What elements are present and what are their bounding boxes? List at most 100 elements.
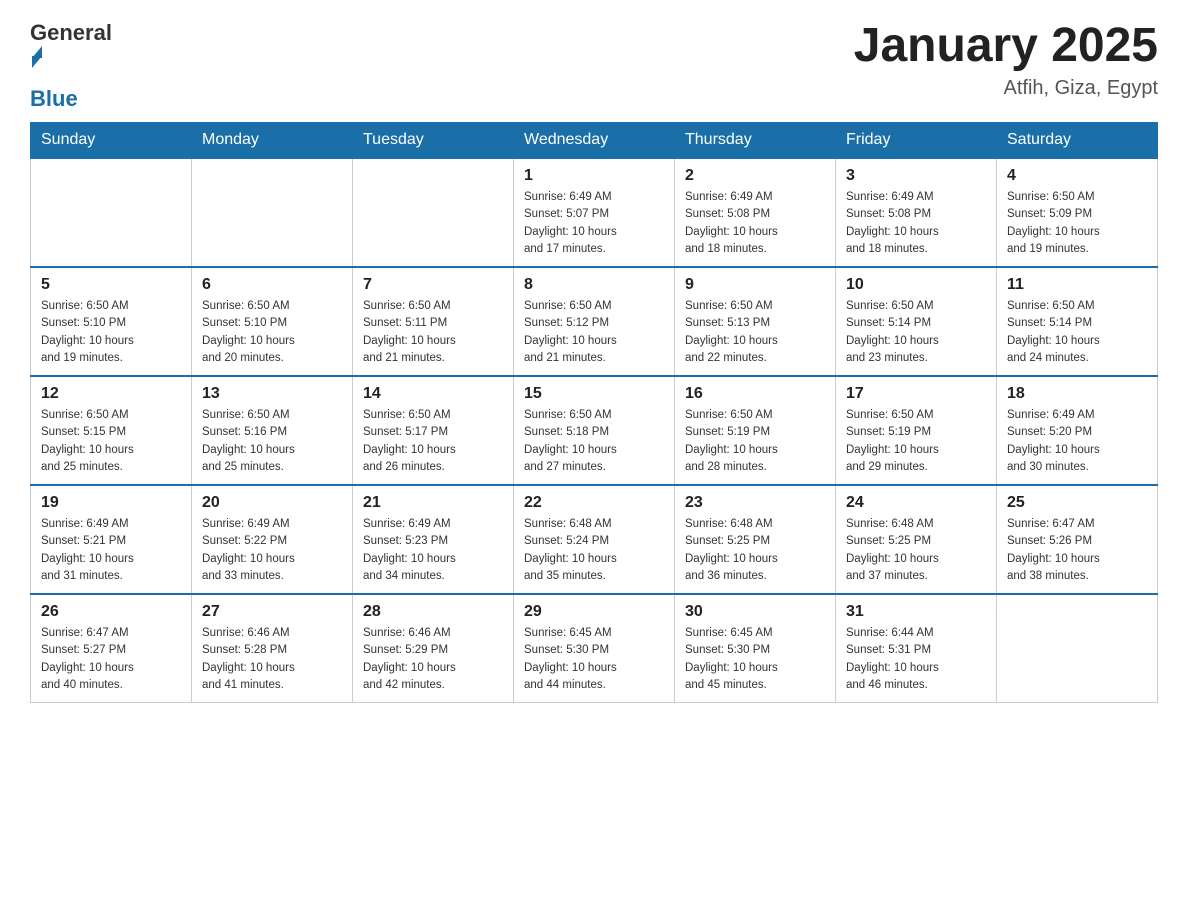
day-number: 16: [685, 385, 825, 403]
calendar-header-row: SundayMondayTuesdayWednesdayThursdayFrid…: [31, 123, 1158, 159]
day-info: Sunrise: 6:49 AM Sunset: 5:08 PM Dayligh…: [685, 189, 825, 258]
calendar-cell: 18 Sunrise: 6:49 AM Sunset: 5:20 PM Dayli…: [997, 376, 1158, 485]
calendar-cell: 2 Sunrise: 6:49 AM Sunset: 5:08 PM Daylig…: [675, 158, 836, 267]
day-number: 29: [524, 603, 664, 621]
calendar-cell: 25 Sunrise: 6:47 AM Sunset: 5:26 PM Dayli…: [997, 485, 1158, 594]
day-info: Sunrise: 6:47 AM Sunset: 5:26 PM Dayligh…: [1007, 516, 1147, 585]
day-info: Sunrise: 6:47 AM Sunset: 5:27 PM Dayligh…: [41, 625, 181, 694]
day-info: Sunrise: 6:48 AM Sunset: 5:25 PM Dayligh…: [685, 516, 825, 585]
day-info: Sunrise: 6:50 AM Sunset: 5:11 PM Dayligh…: [363, 298, 503, 367]
calendar-cell: 19Sunrise: 6:49 AM Sunset: 5:21 PM Dayli…: [31, 485, 192, 594]
day-info: Sunrise: 6:50 AM Sunset: 5:10 PM Dayligh…: [202, 298, 342, 367]
calendar: SundayMondayTuesdayWednesdayThursdayFrid…: [30, 122, 1158, 703]
week-row-2: 12 Sunrise: 6:50 AM Sunset: 5:15 PM Dayli…: [31, 376, 1158, 485]
day-number: 6: [202, 276, 342, 294]
calendar-cell: [31, 158, 192, 267]
calendar-cell: 8 Sunrise: 6:50 AM Sunset: 5:12 PM Daylig…: [514, 267, 675, 376]
calendar-cell: [997, 594, 1158, 703]
calendar-cell: 1 Sunrise: 6:49 AM Sunset: 5:07 PM Daylig…: [514, 158, 675, 267]
day-number: 28: [363, 603, 503, 621]
day-number: 1: [524, 167, 664, 185]
logo-text: General Blue: [30, 20, 112, 112]
week-row-3: 19Sunrise: 6:49 AM Sunset: 5:21 PM Dayli…: [31, 485, 1158, 594]
calendar-cell: 6 Sunrise: 6:50 AM Sunset: 5:10 PM Daylig…: [192, 267, 353, 376]
calendar-cell: [353, 158, 514, 267]
day-info: Sunrise: 6:45 AM Sunset: 5:30 PM Dayligh…: [685, 625, 825, 694]
day-info: Sunrise: 6:50 AM Sunset: 5:15 PM Dayligh…: [41, 407, 181, 476]
day-number: 9: [685, 276, 825, 294]
day-info: Sunrise: 6:50 AM Sunset: 5:19 PM Dayligh…: [685, 407, 825, 476]
calendar-cell: 10 Sunrise: 6:50 AM Sunset: 5:14 PM Dayli…: [836, 267, 997, 376]
calendar-cell: 21Sunrise: 6:49 AM Sunset: 5:23 PM Dayli…: [353, 485, 514, 594]
day-number: 20: [202, 494, 342, 512]
day-info: Sunrise: 6:49 AM Sunset: 5:08 PM Dayligh…: [846, 189, 986, 258]
day-info: Sunrise: 6:50 AM Sunset: 5:10 PM Dayligh…: [41, 298, 181, 367]
day-number: 5: [41, 276, 181, 294]
header-wednesday: Wednesday: [514, 123, 675, 159]
calendar-cell: 31 Sunrise: 6:44 AM Sunset: 5:31 PM Dayli…: [836, 594, 997, 703]
day-number: 15: [524, 385, 664, 403]
day-number: 31: [846, 603, 986, 621]
calendar-cell: 26 Sunrise: 6:47 AM Sunset: 5:27 PM Dayli…: [31, 594, 192, 703]
day-info: Sunrise: 6:50 AM Sunset: 5:09 PM Dayligh…: [1007, 189, 1147, 258]
logo-triangle-bottom: [32, 56, 42, 68]
calendar-cell: 30 Sunrise: 6:45 AM Sunset: 5:30 PM Dayli…: [675, 594, 836, 703]
header-sunday: Sunday: [31, 123, 192, 159]
header: General Blue January 2025 Atfih, Giza, E…: [30, 20, 1158, 112]
week-row-4: 26 Sunrise: 6:47 AM Sunset: 5:27 PM Dayli…: [31, 594, 1158, 703]
day-number: 11: [1007, 276, 1147, 294]
day-info: Sunrise: 6:44 AM Sunset: 5:31 PM Dayligh…: [846, 625, 986, 694]
day-info: Sunrise: 6:50 AM Sunset: 5:16 PM Dayligh…: [202, 407, 342, 476]
day-number: 7: [363, 276, 503, 294]
calendar-cell: [192, 158, 353, 267]
calendar-cell: 22 Sunrise: 6:48 AM Sunset: 5:24 PM Dayli…: [514, 485, 675, 594]
calendar-cell: 9Sunrise: 6:50 AM Sunset: 5:13 PM Daylig…: [675, 267, 836, 376]
day-number: 14: [363, 385, 503, 403]
day-number: 17: [846, 385, 986, 403]
day-info: Sunrise: 6:48 AM Sunset: 5:25 PM Dayligh…: [846, 516, 986, 585]
day-info: Sunrise: 6:48 AM Sunset: 5:24 PM Dayligh…: [524, 516, 664, 585]
day-number: 27: [202, 603, 342, 621]
day-info: Sunrise: 6:49 AM Sunset: 5:20 PM Dayligh…: [1007, 407, 1147, 476]
day-number: 18: [1007, 385, 1147, 403]
day-number: 23: [685, 494, 825, 512]
day-info: Sunrise: 6:50 AM Sunset: 5:12 PM Dayligh…: [524, 298, 664, 367]
day-number: 12: [41, 385, 181, 403]
header-thursday: Thursday: [675, 123, 836, 159]
day-number: 30: [685, 603, 825, 621]
calendar-cell: 12 Sunrise: 6:50 AM Sunset: 5:15 PM Dayli…: [31, 376, 192, 485]
calendar-cell: 16 Sunrise: 6:50 AM Sunset: 5:19 PM Dayli…: [675, 376, 836, 485]
day-info: Sunrise: 6:50 AM Sunset: 5:14 PM Dayligh…: [846, 298, 986, 367]
logo: General Blue: [30, 20, 112, 112]
day-info: Sunrise: 6:50 AM Sunset: 5:18 PM Dayligh…: [524, 407, 664, 476]
day-info: Sunrise: 6:49 AM Sunset: 5:07 PM Dayligh…: [524, 189, 664, 258]
day-number: 13: [202, 385, 342, 403]
calendar-cell: 4 Sunrise: 6:50 AM Sunset: 5:09 PM Daylig…: [997, 158, 1158, 267]
calendar-cell: 15 Sunrise: 6:50 AM Sunset: 5:18 PM Dayli…: [514, 376, 675, 485]
calendar-cell: 23 Sunrise: 6:48 AM Sunset: 5:25 PM Dayli…: [675, 485, 836, 594]
header-saturday: Saturday: [997, 123, 1158, 159]
logo-icon: [32, 46, 112, 68]
main-title: January 2025: [854, 20, 1158, 73]
day-number: 10: [846, 276, 986, 294]
day-number: 26: [41, 603, 181, 621]
day-info: Sunrise: 6:46 AM Sunset: 5:29 PM Dayligh…: [363, 625, 503, 694]
calendar-cell: 27Sunrise: 6:46 AM Sunset: 5:28 PM Dayli…: [192, 594, 353, 703]
day-info: Sunrise: 6:49 AM Sunset: 5:23 PM Dayligh…: [363, 516, 503, 585]
calendar-cell: 20Sunrise: 6:49 AM Sunset: 5:22 PM Dayli…: [192, 485, 353, 594]
day-number: 2: [685, 167, 825, 185]
calendar-cell: 17Sunrise: 6:50 AM Sunset: 5:19 PM Dayli…: [836, 376, 997, 485]
calendar-cell: 29Sunrise: 6:45 AM Sunset: 5:30 PM Dayli…: [514, 594, 675, 703]
header-monday: Monday: [192, 123, 353, 159]
logo-general: General: [30, 20, 112, 45]
day-info: Sunrise: 6:50 AM Sunset: 5:14 PM Dayligh…: [1007, 298, 1147, 367]
calendar-cell: 24Sunrise: 6:48 AM Sunset: 5:25 PM Dayli…: [836, 485, 997, 594]
day-info: Sunrise: 6:50 AM Sunset: 5:17 PM Dayligh…: [363, 407, 503, 476]
day-number: 19: [41, 494, 181, 512]
day-number: 25: [1007, 494, 1147, 512]
day-number: 8: [524, 276, 664, 294]
subtitle: Atfih, Giza, Egypt: [854, 77, 1158, 100]
day-number: 22: [524, 494, 664, 512]
calendar-cell: 3Sunrise: 6:49 AM Sunset: 5:08 PM Daylig…: [836, 158, 997, 267]
day-number: 4: [1007, 167, 1147, 185]
